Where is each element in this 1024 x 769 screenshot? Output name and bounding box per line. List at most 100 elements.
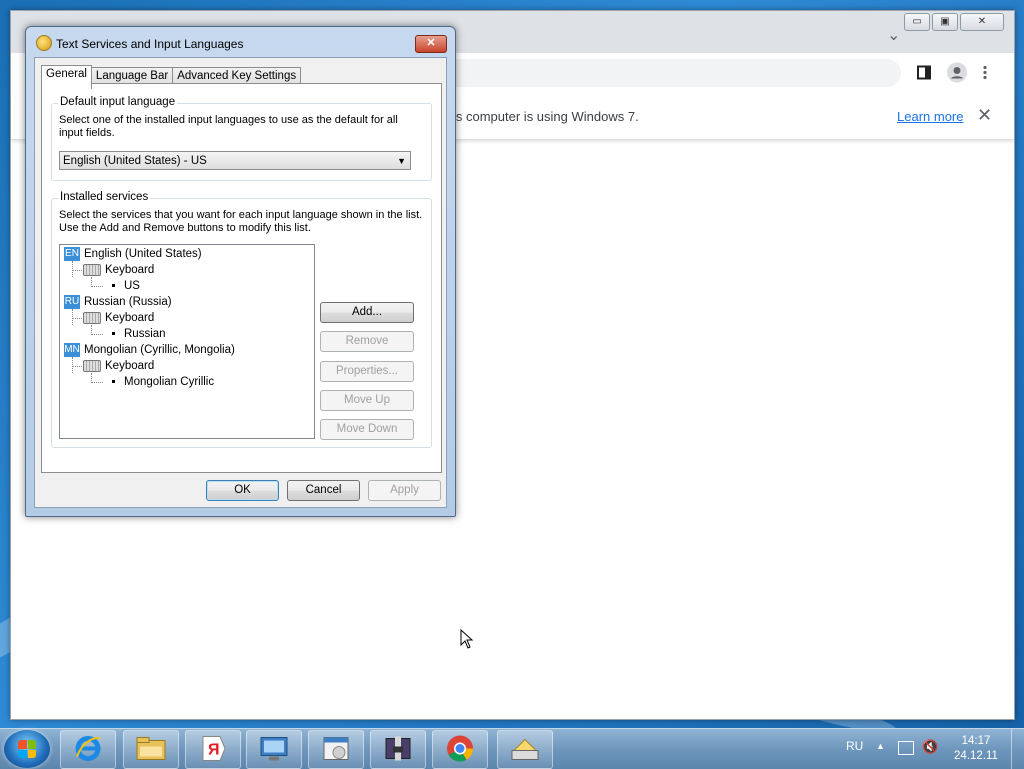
windows-logo-icon bbox=[18, 740, 36, 758]
language-badge-icon: RU bbox=[64, 294, 80, 309]
menu-icon[interactable] bbox=[983, 65, 987, 85]
tree-item-layout[interactable]: Mongolian Cyrillic bbox=[112, 374, 214, 390]
close-button[interactable]: ✕ bbox=[960, 13, 1004, 31]
side-panel-icon[interactable] bbox=[917, 65, 931, 85]
taskbar-control-panel[interactable] bbox=[246, 730, 302, 769]
category-name: Keyboard bbox=[105, 264, 155, 276]
layout-name: Mongolian Cyrillic bbox=[124, 376, 215, 388]
start-button[interactable] bbox=[4, 730, 50, 768]
dialog-body: General Language Bar Advanced Key Settin… bbox=[34, 57, 447, 508]
language-badge-icon: EN bbox=[64, 246, 80, 261]
general-tab-panel: Default input language Select one of the… bbox=[41, 83, 442, 473]
default-language-description: Select one of the installed input langua… bbox=[59, 114, 398, 139]
tab-general[interactable]: General bbox=[41, 65, 92, 89]
clock[interactable]: 14:17 24.12.11 bbox=[948, 734, 1004, 764]
dialog-titlebar[interactable]: Text Services and Input Languages ✕ bbox=[26, 27, 455, 57]
tree-connector bbox=[72, 357, 73, 373]
bullet-icon bbox=[112, 284, 115, 288]
language-name: English (United States) bbox=[84, 248, 202, 260]
installed-services-tree[interactable]: EN English (United States) Keyboard US RU… bbox=[59, 244, 315, 439]
category-name: Keyboard bbox=[105, 360, 155, 372]
bullet-icon bbox=[112, 332, 115, 336]
dialog-title: Text Services and Input Languages bbox=[56, 37, 244, 51]
mouse-cursor-icon bbox=[460, 628, 474, 652]
tree-item-language[interactable]: EN English (United States) bbox=[64, 246, 202, 262]
taskbar: Я RU ▲ 🔇 14:17 24.12.11 bbox=[0, 728, 1024, 769]
keyboard-icon bbox=[83, 263, 101, 276]
control-panel-icon bbox=[259, 734, 289, 765]
taskbar-internet-explorer[interactable] bbox=[60, 730, 116, 769]
add-button[interactable]: Add... bbox=[320, 302, 414, 323]
volume-muted-icon[interactable]: 🔇 bbox=[922, 739, 938, 755]
keyboard-icon bbox=[83, 359, 101, 372]
learn-more-link[interactable]: Learn more bbox=[897, 109, 963, 124]
tree-item-layout[interactable]: Russian bbox=[112, 326, 166, 342]
tree-item-category[interactable]: Keyboard bbox=[83, 310, 154, 326]
properties-button[interactable]: Properties... bbox=[320, 361, 414, 382]
address-bar[interactable] bbox=[441, 59, 901, 87]
language-name: Russian (Russia) bbox=[84, 296, 172, 308]
taskbar-chrome[interactable] bbox=[432, 730, 488, 769]
keyboard-settings-icon bbox=[509, 735, 541, 764]
taskbar-archive[interactable] bbox=[370, 730, 426, 769]
chrome-icon bbox=[446, 734, 474, 765]
network-icon[interactable] bbox=[898, 741, 914, 755]
tree-item-language[interactable]: RU Russian (Russia) bbox=[64, 294, 172, 310]
clock-date: 24.12.11 bbox=[954, 750, 998, 762]
archive-icon bbox=[383, 734, 413, 765]
tree-connector bbox=[72, 309, 73, 325]
move-up-button[interactable]: Move Up bbox=[320, 390, 414, 411]
installed-services-label: Installed services bbox=[58, 191, 151, 203]
media-center-icon bbox=[321, 734, 351, 765]
apply-button[interactable]: Apply bbox=[368, 480, 441, 501]
taskbar-media-center[interactable] bbox=[308, 730, 364, 769]
language-badge-icon: MN bbox=[64, 342, 80, 357]
category-name: Keyboard bbox=[105, 312, 155, 324]
tree-item-layout[interactable]: US bbox=[112, 278, 140, 294]
cancel-button[interactable]: Cancel bbox=[287, 480, 360, 501]
tree-item-category[interactable]: Keyboard bbox=[83, 358, 154, 374]
layout-name: US bbox=[124, 280, 140, 292]
move-down-button[interactable]: Move Down bbox=[320, 419, 414, 440]
clock-time: 14:17 bbox=[961, 735, 991, 747]
tree-connector bbox=[72, 366, 82, 367]
ok-button[interactable]: OK bbox=[206, 480, 279, 501]
text-services-icon bbox=[36, 35, 52, 51]
dialog-close-button[interactable]: ✕ bbox=[415, 35, 447, 53]
default-language-select[interactable]: English (United States) - US ▼ bbox=[59, 151, 411, 170]
taskbar-file-explorer[interactable] bbox=[123, 730, 179, 769]
profile-avatar-icon[interactable] bbox=[947, 62, 967, 88]
restore-button[interactable]: ▣ bbox=[932, 13, 958, 31]
yandex-icon: Я bbox=[200, 734, 226, 765]
default-language-label: Default input language bbox=[58, 96, 178, 108]
layout-name: Russian bbox=[124, 328, 166, 340]
keyboard-icon bbox=[83, 311, 101, 324]
infobar-message: is computer is using Windows 7. bbox=[453, 109, 639, 124]
tree-connector bbox=[72, 318, 82, 319]
tab-search-icon[interactable]: ⌄ bbox=[887, 25, 900, 45]
text-services-dialog: Text Services and Input Languages ✕ Gene… bbox=[25, 26, 456, 517]
taskbar-keyboard-settings[interactable] bbox=[497, 730, 553, 769]
file-explorer-icon bbox=[136, 736, 166, 763]
tree-connector bbox=[91, 382, 103, 383]
internet-explorer-icon bbox=[74, 734, 102, 765]
show-desktop-button[interactable] bbox=[1011, 729, 1024, 769]
remove-button[interactable]: Remove bbox=[320, 331, 414, 352]
svg-text:Я: Я bbox=[208, 741, 220, 758]
browser-window-controls: ▭ ▣ ✕ bbox=[904, 13, 1004, 31]
tree-item-category[interactable]: Keyboard bbox=[83, 262, 154, 278]
minimize-button[interactable]: ▭ bbox=[904, 13, 930, 31]
tree-connector bbox=[72, 261, 73, 277]
taskbar-yandex[interactable]: Я bbox=[185, 730, 241, 769]
tree-item-language[interactable]: MN Mongolian (Cyrillic, Mongolia) bbox=[64, 342, 235, 358]
installed-services-description: Select the services that you want for ea… bbox=[59, 209, 423, 234]
show-hidden-icons-icon[interactable]: ▲ bbox=[876, 741, 885, 751]
language-name: Mongolian (Cyrillic, Mongolia) bbox=[84, 344, 235, 356]
input-language-indicator[interactable]: RU bbox=[846, 739, 863, 753]
default-language-value: English (United States) - US bbox=[63, 155, 207, 167]
infobar-close-icon[interactable]: ✕ bbox=[977, 105, 992, 126]
tree-connector bbox=[91, 334, 103, 335]
bullet-icon bbox=[112, 380, 115, 384]
tree-connector bbox=[91, 286, 103, 287]
chevron-down-icon: ▼ bbox=[397, 156, 406, 166]
